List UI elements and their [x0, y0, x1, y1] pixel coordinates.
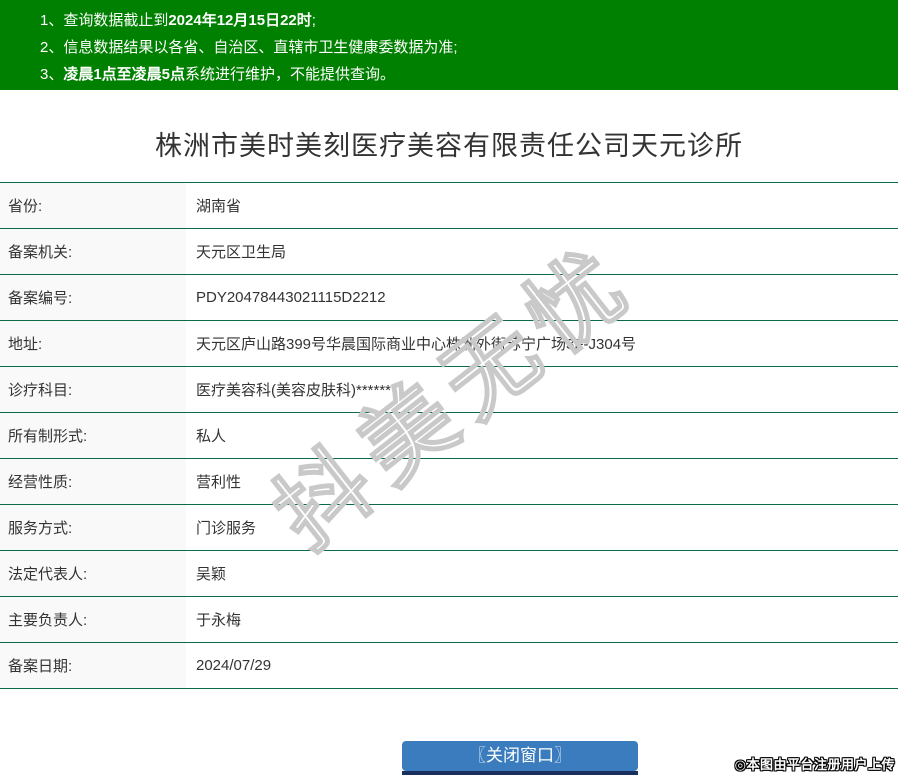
row-value: 天元区卫生局	[196, 244, 287, 261]
table-row: 服务方式: 门诊服务	[0, 505, 898, 551]
table-row: 所有制形式: 私人	[0, 413, 898, 459]
row-label: 主要负责人:	[0, 597, 186, 642]
row-value: 医疗美容科(美容皮肤科)******	[196, 382, 392, 399]
row-label: 地址:	[0, 321, 186, 366]
row-value: 私人	[196, 428, 227, 445]
row-value: 2024/07/29	[196, 657, 272, 674]
upload-credit: ◎本图由平台注册用户上传	[734, 757, 895, 772]
table-row: 经营性质: 营利性	[0, 459, 898, 505]
close-window-button[interactable]: 〖关闭窗口〗	[402, 741, 638, 771]
table-row: 备案日期: 2024/07/29	[0, 643, 898, 689]
table-row: 法定代表人: 吴颖	[0, 551, 898, 597]
notice-line-1-text: 1、查询数据截止到	[40, 12, 169, 29]
table-row: 诊疗科目: 医疗美容科(美容皮肤科)******	[0, 367, 898, 413]
row-value: 营利性	[196, 474, 242, 491]
notice-line-3: 3、凌晨1点至凌晨5点系统进行维护，不能提供查询。	[40, 61, 888, 88]
row-label: 备案日期:	[0, 643, 186, 688]
info-table: 省份: 湖南省 备案机关: 天元区卫生局 备案编号: PDY2047844302…	[0, 182, 898, 689]
notice-line-1: 1、查询数据截止到2024年12月15日22时;	[40, 7, 888, 34]
notice-line-1-end: ;	[311, 12, 316, 29]
row-value: 吴颖	[196, 566, 227, 583]
row-value: 门诊服务	[196, 520, 257, 537]
table-row: 省份: 湖南省	[0, 183, 898, 229]
page-title: 株洲市美时美刻医疗美容有限责任公司天元诊所	[155, 131, 743, 161]
row-value: 湖南省	[196, 198, 242, 215]
row-label: 服务方式:	[0, 505, 186, 550]
notice-line-3-end: 系统进行维护，不能提供查询。	[185, 66, 396, 83]
row-label: 诊疗科目:	[0, 367, 186, 412]
row-label: 经营性质:	[0, 459, 186, 504]
notice-line-3-text: 3、	[40, 66, 64, 83]
row-label: 所有制形式:	[0, 413, 186, 458]
table-row: 备案机关: 天元区卫生局	[0, 229, 898, 275]
row-label: 省份:	[0, 183, 186, 228]
row-value: 于永梅	[196, 612, 242, 629]
notice-banner: 1、查询数据截止到2024年12月15日22时; 2、信息数据结果以各省、自治区…	[0, 0, 898, 90]
table-row: 地址: 天元区庐山路399号华晨国际商业中心株洲外街苏宁广场3F-J304号	[0, 321, 898, 367]
footer-strip	[402, 771, 638, 775]
row-value: 天元区庐山路399号华晨国际商业中心株洲外街苏宁广场3F-J304号	[196, 336, 637, 353]
row-label: 备案编号:	[0, 275, 186, 320]
row-label: 备案机关:	[0, 229, 186, 274]
notice-line-1-bold: 2024年12月15日22时	[168, 12, 312, 29]
table-row: 主要负责人: 于永梅	[0, 597, 898, 643]
row-label: 法定代表人:	[0, 551, 186, 596]
table-row: 备案编号: PDY20478443021115D2212	[0, 275, 898, 321]
row-value: PDY20478443021115D2212	[196, 289, 386, 306]
notice-line-2: 2、信息数据结果以各省、自治区、直辖市卫生健康委数据为准;	[40, 39, 458, 56]
notice-line-3-bold: 凌晨1点至凌晨5点	[63, 66, 186, 83]
